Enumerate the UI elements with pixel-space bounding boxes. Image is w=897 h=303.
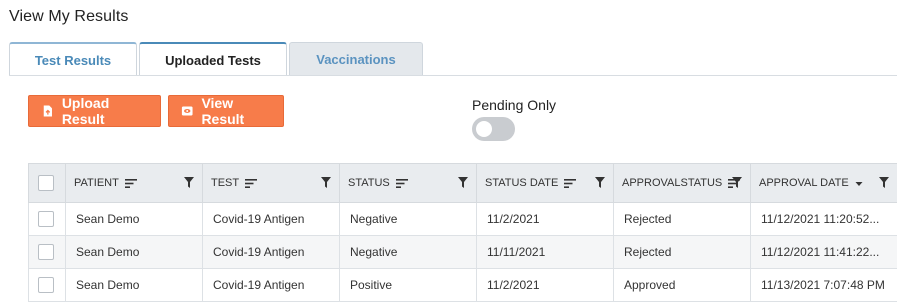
tab-uploaded-tests[interactable]: Uploaded Tests: [139, 42, 287, 76]
column-label: STATUS DATE: [485, 177, 559, 189]
cell-approval-status: Rejected: [613, 202, 751, 236]
tab-bar: Test Results Uploaded Tests Vaccinations: [9, 42, 425, 76]
sort-lines-icon[interactable]: [564, 178, 577, 188]
tab-test-results[interactable]: Test Results: [9, 42, 137, 76]
table-row[interactable]: Sean Demo Covid-19 Antigen Negative 11/1…: [28, 235, 897, 269]
sort-desc-icon[interactable]: [855, 179, 863, 188]
cell-status: Negative: [339, 202, 477, 236]
row-select-cell: [28, 202, 66, 236]
column-header-test[interactable]: TEST: [202, 163, 340, 203]
column-label: PATIENT: [74, 177, 119, 189]
pending-only-label: Pending Only: [472, 97, 557, 113]
row-select-cell: [28, 235, 66, 269]
page-title: View My Results: [9, 8, 129, 25]
upload-result-label: Upload Result: [61, 95, 110, 127]
filter-icon[interactable]: [595, 177, 605, 188]
table-row[interactable]: Sean Demo Covid-19 Antigen Positive 11/2…: [28, 268, 897, 302]
cell-patient: Sean Demo: [65, 202, 203, 236]
sort-lines-icon[interactable]: [124, 178, 137, 188]
filter-icon[interactable]: [879, 177, 889, 188]
cell-approval-status: Approved: [613, 268, 751, 302]
cell-test: Covid-19 Antigen: [202, 268, 340, 302]
filter-icon[interactable]: [458, 177, 468, 188]
row-checkbox[interactable]: [38, 211, 54, 227]
cell-status: Negative: [339, 235, 477, 269]
cell-patient: Sean Demo: [65, 235, 203, 269]
column-label: STATUS: [348, 177, 390, 189]
filter-icon[interactable]: [732, 177, 742, 188]
filter-icon[interactable]: [321, 177, 331, 188]
cell-patient: Sean Demo: [65, 268, 203, 302]
cell-status-date: 11/2/2021: [476, 202, 614, 236]
select-all-cell: [28, 163, 66, 203]
upload-result-button[interactable]: Upload Result: [28, 95, 161, 127]
tab-vaccinations[interactable]: Vaccinations: [289, 42, 423, 76]
column-label: APPROVALSTATUS: [622, 177, 723, 189]
toggle-knob: [476, 121, 492, 137]
select-all-checkbox[interactable]: [38, 175, 54, 191]
row-select-cell: [28, 268, 66, 302]
row-checkbox[interactable]: [38, 277, 54, 293]
filter-icon[interactable]: [184, 177, 194, 188]
column-header-approval-date[interactable]: APPROVAL DATE: [750, 163, 897, 203]
column-label: TEST: [211, 177, 240, 189]
table-row[interactable]: Sean Demo Covid-19 Antigen Negative 11/2…: [28, 202, 897, 236]
tab-divider: [9, 75, 897, 76]
column-header-status[interactable]: STATUS: [339, 163, 477, 203]
cell-approval-date: 11/12/2021 11:41:22...: [750, 235, 897, 269]
results-table: PATIENT TEST STATUS STATUS DATE APPROVAL: [28, 163, 897, 302]
table-header-row: PATIENT TEST STATUS STATUS DATE APPROVAL: [28, 163, 897, 203]
column-header-patient[interactable]: PATIENT: [65, 163, 203, 203]
cell-status-date: 11/11/2021: [476, 235, 614, 269]
cell-status-date: 11/2/2021: [476, 268, 614, 302]
cell-approval-date: 11/13/2021 7:07:48 PM: [750, 268, 897, 302]
view-icon: [181, 106, 193, 116]
row-checkbox[interactable]: [38, 244, 54, 260]
pending-only-toggle[interactable]: [472, 117, 515, 141]
column-header-status-date[interactable]: STATUS DATE: [476, 163, 614, 203]
cell-test: Covid-19 Antigen: [202, 202, 340, 236]
cell-approval-status: Rejected: [613, 235, 751, 269]
cell-test: Covid-19 Antigen: [202, 235, 340, 269]
upload-file-icon: [43, 105, 52, 117]
cell-approval-date: 11/12/2021 11:20:52...: [750, 202, 897, 236]
cell-status: Positive: [339, 268, 477, 302]
view-result-label: View Result: [201, 95, 245, 127]
sort-lines-icon[interactable]: [395, 178, 408, 188]
view-result-button[interactable]: View Result: [168, 95, 284, 127]
column-header-approval-status[interactable]: APPROVALSTATUS: [613, 163, 751, 203]
sort-lines-icon[interactable]: [245, 178, 258, 188]
column-label: APPROVAL DATE: [759, 177, 849, 189]
